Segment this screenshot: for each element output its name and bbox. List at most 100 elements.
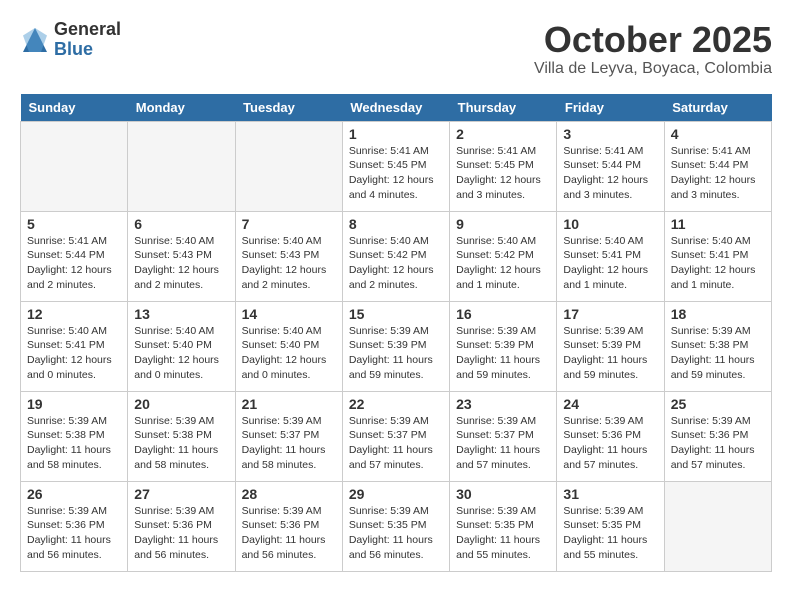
day-number: 1 [349, 126, 443, 142]
day-info: Sunrise: 5:39 AM Sunset: 5:36 PM Dayligh… [134, 504, 228, 563]
calendar-cell: 4 Sunrise: 5:41 AM Sunset: 5:44 PM Daylig… [664, 121, 771, 211]
day-number: 26 [27, 486, 121, 502]
calendar-cell: 8 Sunrise: 5:40 AM Sunset: 5:42 PM Daylig… [342, 211, 449, 301]
calendar-cell: 5 Sunrise: 5:41 AM Sunset: 5:44 PM Daylig… [21, 211, 128, 301]
weekday-header-friday: Friday [557, 94, 664, 122]
day-number: 8 [349, 216, 443, 232]
logo: General Blue [20, 20, 121, 60]
month-title: October 2025 [534, 20, 772, 60]
weekday-header-tuesday: Tuesday [235, 94, 342, 122]
calendar-cell: 15 Sunrise: 5:39 AM Sunset: 5:39 PM Dayli… [342, 301, 449, 391]
day-info: Sunrise: 5:41 AM Sunset: 5:44 PM Dayligh… [27, 234, 121, 293]
weekday-header-row: SundayMondayTuesdayWednesdayThursdayFrid… [21, 94, 772, 122]
day-number: 24 [563, 396, 657, 412]
title-section: October 2025 Villa de Leyva, Boyaca, Col… [534, 20, 772, 78]
day-info: Sunrise: 5:41 AM Sunset: 5:44 PM Dayligh… [671, 144, 765, 203]
day-number: 25 [671, 396, 765, 412]
weekday-header-sunday: Sunday [21, 94, 128, 122]
logo-general-text: General [54, 20, 121, 40]
calendar-cell: 1 Sunrise: 5:41 AM Sunset: 5:45 PM Daylig… [342, 121, 449, 211]
calendar-cell: 19Sunrise: 5:39 AM Sunset: 5:38 PM Dayli… [21, 391, 128, 481]
weekday-header-saturday: Saturday [664, 94, 771, 122]
calendar-cell: 16 Sunrise: 5:39 AM Sunset: 5:39 PM Dayli… [450, 301, 557, 391]
calendar-week-row: 26 Sunrise: 5:39 AM Sunset: 5:36 PM Dayli… [21, 481, 772, 571]
calendar-cell: 3Sunrise: 5:41 AM Sunset: 5:44 PM Daylig… [557, 121, 664, 211]
calendar-cell: 22 Sunrise: 5:39 AM Sunset: 5:37 PM Dayli… [342, 391, 449, 481]
calendar-cell [21, 121, 128, 211]
weekday-header-monday: Monday [128, 94, 235, 122]
calendar-week-row: 1 Sunrise: 5:41 AM Sunset: 5:45 PM Daylig… [21, 121, 772, 211]
day-info: Sunrise: 5:40 AM Sunset: 5:40 PM Dayligh… [242, 324, 336, 383]
calendar-week-row: 12 Sunrise: 5:40 AM Sunset: 5:41 PM Dayli… [21, 301, 772, 391]
day-info: Sunrise: 5:39 AM Sunset: 5:37 PM Dayligh… [456, 414, 550, 473]
day-info: Sunrise: 5:40 AM Sunset: 5:42 PM Dayligh… [456, 234, 550, 293]
calendar-cell: 7Sunrise: 5:40 AM Sunset: 5:43 PM Daylig… [235, 211, 342, 301]
calendar-cell: 18 Sunrise: 5:39 AM Sunset: 5:38 PM Dayli… [664, 301, 771, 391]
calendar-cell: 2 Sunrise: 5:41 AM Sunset: 5:45 PM Daylig… [450, 121, 557, 211]
day-number: 4 [671, 126, 765, 142]
day-info: Sunrise: 5:39 AM Sunset: 5:37 PM Dayligh… [242, 414, 336, 473]
day-info: Sunrise: 5:39 AM Sunset: 5:38 PM Dayligh… [27, 414, 121, 473]
day-number: 2 [456, 126, 550, 142]
day-info: Sunrise: 5:39 AM Sunset: 5:39 PM Dayligh… [563, 324, 657, 383]
day-info: Sunrise: 5:39 AM Sunset: 5:36 PM Dayligh… [671, 414, 765, 473]
day-number: 14 [242, 306, 336, 322]
day-info: Sunrise: 5:39 AM Sunset: 5:36 PM Dayligh… [242, 504, 336, 563]
weekday-header-thursday: Thursday [450, 94, 557, 122]
day-info: Sunrise: 5:39 AM Sunset: 5:39 PM Dayligh… [349, 324, 443, 383]
day-info: Sunrise: 5:39 AM Sunset: 5:38 PM Dayligh… [134, 414, 228, 473]
calendar-cell: 28 Sunrise: 5:39 AM Sunset: 5:36 PM Dayli… [235, 481, 342, 571]
day-number: 15 [349, 306, 443, 322]
day-info: Sunrise: 5:40 AM Sunset: 5:40 PM Dayligh… [134, 324, 228, 383]
location-text: Villa de Leyva, Boyaca, Colombia [534, 60, 772, 78]
day-number: 10 [563, 216, 657, 232]
day-info: Sunrise: 5:40 AM Sunset: 5:43 PM Dayligh… [242, 234, 336, 293]
calendar-table: SundayMondayTuesdayWednesdayThursdayFrid… [20, 94, 772, 572]
calendar-cell [128, 121, 235, 211]
day-number: 17 [563, 306, 657, 322]
day-info: Sunrise: 5:40 AM Sunset: 5:41 PM Dayligh… [27, 324, 121, 383]
day-info: Sunrise: 5:41 AM Sunset: 5:45 PM Dayligh… [456, 144, 550, 203]
page-header: General Blue October 2025 Villa de Leyva… [20, 20, 772, 78]
day-info: Sunrise: 5:39 AM Sunset: 5:35 PM Dayligh… [349, 504, 443, 563]
day-number: 18 [671, 306, 765, 322]
day-number: 20 [134, 396, 228, 412]
day-number: 5 [27, 216, 121, 232]
calendar-cell: 10 Sunrise: 5:40 AM Sunset: 5:41 PM Dayli… [557, 211, 664, 301]
day-number: 22 [349, 396, 443, 412]
day-number: 13 [134, 306, 228, 322]
day-number: 31 [563, 486, 657, 502]
day-info: Sunrise: 5:40 AM Sunset: 5:41 PM Dayligh… [671, 234, 765, 293]
day-number: 12 [27, 306, 121, 322]
day-number: 29 [349, 486, 443, 502]
calendar-cell: 14 Sunrise: 5:40 AM Sunset: 5:40 PM Dayli… [235, 301, 342, 391]
day-number: 30 [456, 486, 550, 502]
logo-icon [20, 25, 50, 55]
day-number: 16 [456, 306, 550, 322]
day-number: 11 [671, 216, 765, 232]
calendar-cell: 6 Sunrise: 5:40 AM Sunset: 5:43 PM Daylig… [128, 211, 235, 301]
calendar-cell: 27Sunrise: 5:39 AM Sunset: 5:36 PM Dayli… [128, 481, 235, 571]
day-info: Sunrise: 5:40 AM Sunset: 5:43 PM Dayligh… [134, 234, 228, 293]
day-info: Sunrise: 5:39 AM Sunset: 5:36 PM Dayligh… [563, 414, 657, 473]
day-info: Sunrise: 5:39 AM Sunset: 5:36 PM Dayligh… [27, 504, 121, 563]
day-info: Sunrise: 5:40 AM Sunset: 5:41 PM Dayligh… [563, 234, 657, 293]
day-number: 6 [134, 216, 228, 232]
calendar-cell: 23 Sunrise: 5:39 AM Sunset: 5:37 PM Dayli… [450, 391, 557, 481]
day-number: 9 [456, 216, 550, 232]
calendar-cell: 12 Sunrise: 5:40 AM Sunset: 5:41 PM Dayli… [21, 301, 128, 391]
day-number: 21 [242, 396, 336, 412]
day-info: Sunrise: 5:39 AM Sunset: 5:35 PM Dayligh… [456, 504, 550, 563]
calendar-cell [664, 481, 771, 571]
day-number: 28 [242, 486, 336, 502]
day-info: Sunrise: 5:39 AM Sunset: 5:38 PM Dayligh… [671, 324, 765, 383]
day-info: Sunrise: 5:41 AM Sunset: 5:45 PM Dayligh… [349, 144, 443, 203]
calendar-cell: 26 Sunrise: 5:39 AM Sunset: 5:36 PM Dayli… [21, 481, 128, 571]
calendar-cell: 21 Sunrise: 5:39 AM Sunset: 5:37 PM Dayli… [235, 391, 342, 481]
calendar-cell: 20 Sunrise: 5:39 AM Sunset: 5:38 PM Dayli… [128, 391, 235, 481]
calendar-cell: 25 Sunrise: 5:39 AM Sunset: 5:36 PM Dayli… [664, 391, 771, 481]
day-info: Sunrise: 5:39 AM Sunset: 5:37 PM Dayligh… [349, 414, 443, 473]
day-number: 23 [456, 396, 550, 412]
day-info: Sunrise: 5:40 AM Sunset: 5:42 PM Dayligh… [349, 234, 443, 293]
day-info: Sunrise: 5:39 AM Sunset: 5:39 PM Dayligh… [456, 324, 550, 383]
